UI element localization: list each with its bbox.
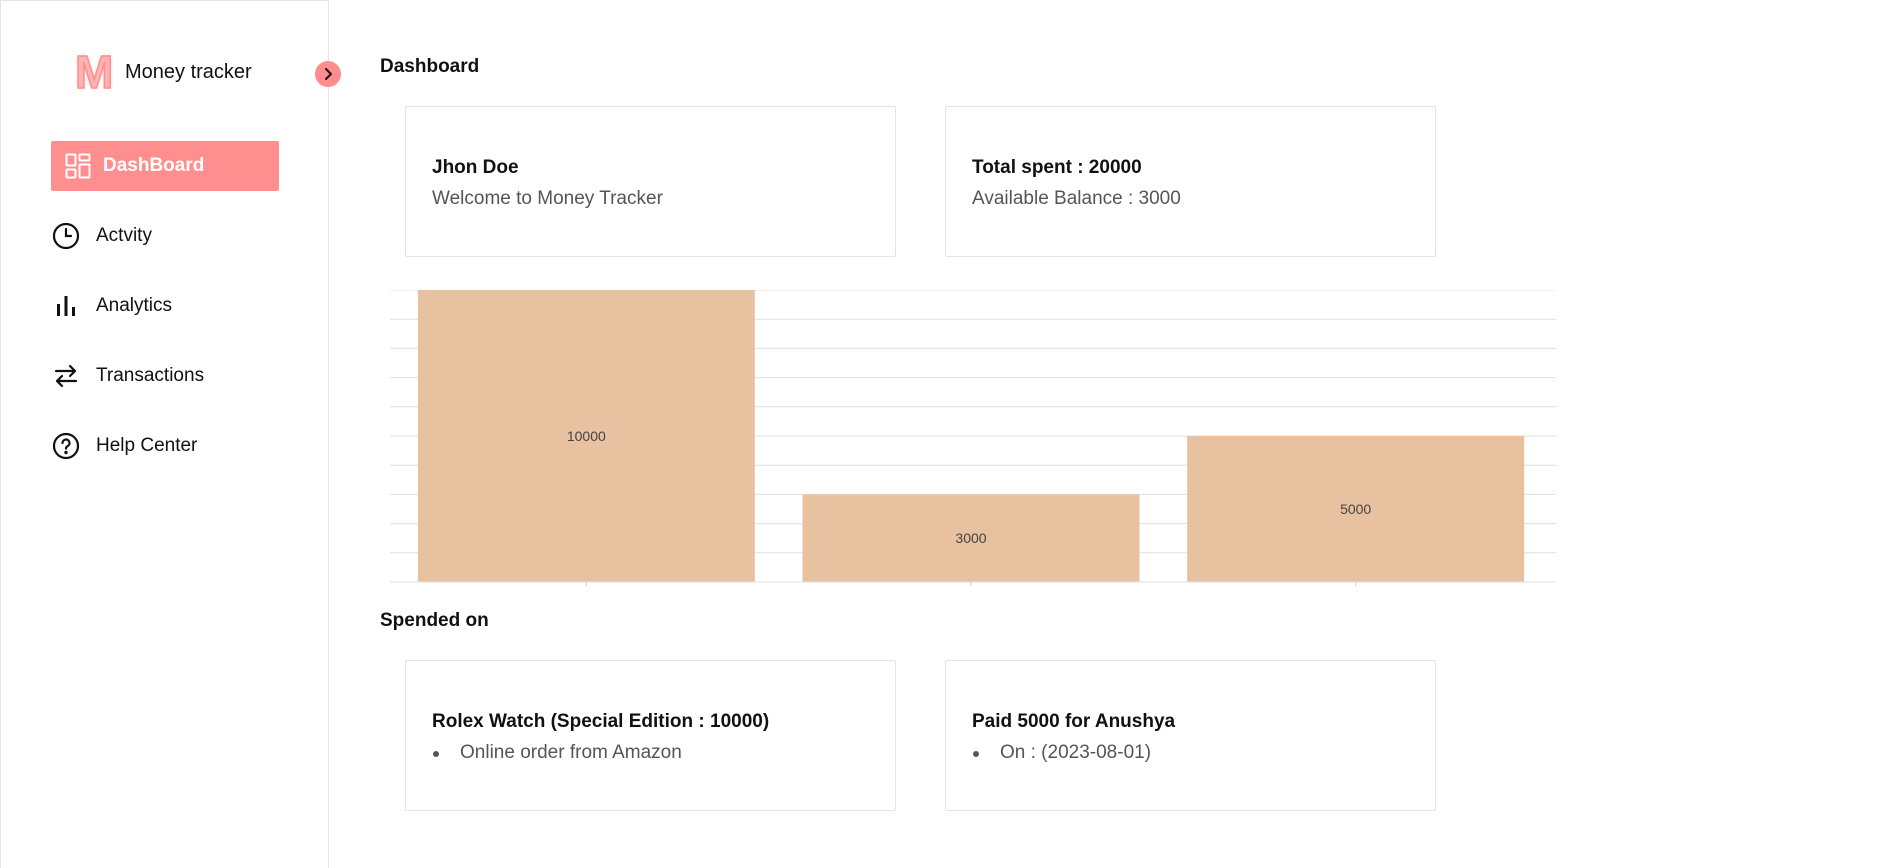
- spend-title: Paid 5000 for Anushya: [972, 711, 1176, 732]
- spend-title: Rolex Watch (Special Edition : 10000): [432, 711, 770, 732]
- sidebar-item-label: Actvity: [96, 225, 152, 246]
- sidebar-item-dashboard[interactable]: DashBoard: [51, 141, 279, 191]
- brand-name: Money tracker: [125, 60, 252, 83]
- spend-detail: Online order from Amazon: [432, 742, 895, 764]
- sidebar-item-transactions[interactable]: Transactions: [51, 351, 279, 401]
- spend-detail: On : (2023-08-01): [972, 742, 1435, 764]
- sidebar-item-activity[interactable]: Actvity: [51, 211, 279, 261]
- chevron-right-icon: [325, 68, 332, 80]
- balance-card: Total spent : 20000 Available Balance : …: [945, 106, 1436, 257]
- grid-icon: [63, 151, 93, 181]
- sidebar-collapse-button[interactable]: [315, 61, 341, 87]
- brand-logo: M: [74, 46, 114, 98]
- user-name: Jhon Doe: [432, 157, 519, 178]
- swap-arrows-icon: [51, 361, 81, 391]
- bar-value-label: 10000: [567, 428, 606, 444]
- sidebar-item-label: Transactions: [96, 365, 205, 386]
- spend-card: Rolex Watch (Special Edition : 10000) On…: [405, 660, 896, 811]
- clock-icon: [51, 221, 81, 251]
- sidebar-item-analytics[interactable]: Analytics: [51, 281, 279, 331]
- welcome-text: Welcome to Money Tracker: [432, 188, 663, 209]
- bar-chart-icon: [51, 291, 81, 321]
- sidebar-item-label: Analytics: [96, 295, 173, 316]
- spended-on-title: Spended on: [380, 610, 489, 631]
- sidebar-item-label: Help Center: [96, 435, 198, 456]
- sidebar-item-label: DashBoard: [103, 155, 205, 176]
- help-circle-icon: [51, 431, 81, 461]
- brand[interactable]: M Money tracker: [74, 46, 252, 98]
- bar-value-label: 5000: [1340, 501, 1371, 517]
- available-balance: Available Balance : 3000: [972, 188, 1181, 209]
- spend-detail-list: On : (2023-08-01): [972, 742, 1435, 764]
- page-title: Dashboard: [380, 56, 480, 77]
- user-card: Jhon Doe Welcome to Money Tracker: [405, 106, 896, 257]
- spend-detail-list: Online order from Amazon: [432, 742, 895, 764]
- total-spent: Total spent : 20000: [972, 157, 1142, 178]
- sidebar: M Money tracker DashBoard Actvity Analyt…: [0, 0, 329, 868]
- sidebar-nav: DashBoard Actvity Analytics Transactions…: [51, 141, 279, 471]
- spend-card: Paid 5000 for Anushya On : (2023-08-01): [945, 660, 1436, 811]
- sidebar-item-help-center[interactable]: Help Center: [51, 421, 279, 471]
- bar-value-label: 3000: [955, 530, 986, 546]
- spending-bar-chart: 10000 3000 5000: [390, 290, 1556, 586]
- app-root: M Money tracker DashBoard Actvity Analyt…: [0, 0, 1898, 868]
